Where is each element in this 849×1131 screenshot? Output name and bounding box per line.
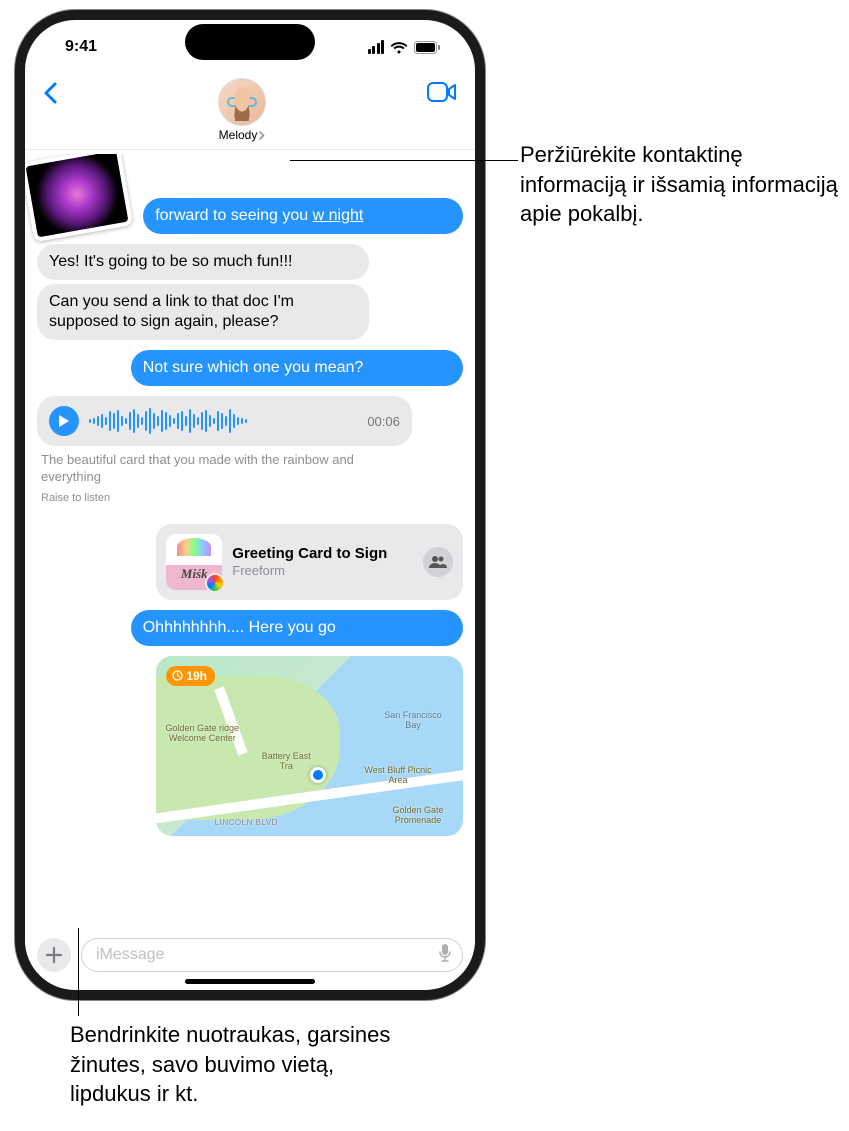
audio-duration: 00:06 xyxy=(367,414,400,429)
plus-icon xyxy=(45,946,63,964)
dynamic-island xyxy=(185,24,315,60)
photo-attachment[interactable] xyxy=(25,154,133,242)
add-attachment-button[interactable] xyxy=(37,938,71,972)
sent-message[interactable]: Ohhhhhhhh.... Here you go xyxy=(131,610,463,646)
map-poi-label: Battery East Tra xyxy=(256,752,316,772)
map-poi-label: Golden Gate ridge Welcome Center xyxy=(162,724,242,744)
callout-attachments: Bendrinkite nuotraukas, garsines žinutes… xyxy=(70,1020,400,1109)
phone-screen: 9:41 Melody xyxy=(25,20,475,990)
raise-to-listen-hint: Raise to listen xyxy=(37,488,463,514)
back-button[interactable] xyxy=(43,78,57,109)
received-message[interactable]: Can you send a link to that doc I'm supp… xyxy=(37,284,369,340)
microphone-icon xyxy=(438,943,452,963)
map-poi-label: West Bluff Picnic Area xyxy=(363,766,433,786)
map-poi-label: San Francisco Bay xyxy=(383,711,443,731)
dictation-button[interactable] xyxy=(438,943,452,968)
cellular-icon xyxy=(368,40,385,54)
contact-name: Melody xyxy=(219,128,258,142)
callout-leader-line xyxy=(290,160,518,161)
phone-frame: 9:41 Melody xyxy=(15,10,485,1000)
link-title: Greeting Card to Sign xyxy=(232,545,413,563)
battery-icon xyxy=(414,41,441,54)
map-road-label: LINCOLN BLVD xyxy=(206,819,286,828)
message-input[interactable]: iMessage xyxy=(81,938,463,972)
location-pin xyxy=(310,767,326,783)
callout-contact-info: Peržiūrėkite kontaktinę informaciją ir i… xyxy=(520,140,840,229)
conversation-thread[interactable]: forward to seeing you w night Yes! It's … xyxy=(25,154,475,914)
facetime-button[interactable] xyxy=(427,78,457,107)
input-bar: iMessage xyxy=(25,932,475,974)
callout-leader-line xyxy=(78,928,79,1016)
audio-waveform[interactable] xyxy=(89,408,357,434)
sent-message[interactable]: forward to seeing you w night xyxy=(143,198,463,234)
clock-icon xyxy=(172,670,183,681)
contact-info-button[interactable]: Melody xyxy=(57,78,427,142)
shared-link-card[interactable]: Miśk Greeting Card to Sign Freeform xyxy=(156,524,463,600)
shared-location-map[interactable]: Golden Gate ridge Welcome Center Battery… xyxy=(156,656,463,836)
play-button[interactable] xyxy=(49,406,79,436)
shared-people-icon[interactable] xyxy=(423,547,453,577)
link-thumbnail: Miśk xyxy=(166,534,222,590)
audio-transcript: The beautiful card that you made with th… xyxy=(37,446,412,488)
audio-message[interactable]: 00:06 xyxy=(37,396,412,446)
freeform-app-icon xyxy=(205,573,225,593)
input-placeholder: iMessage xyxy=(96,946,164,964)
chevron-right-icon xyxy=(259,131,265,140)
nav-header: Melody xyxy=(25,74,475,150)
avatar xyxy=(218,78,266,126)
home-indicator[interactable] xyxy=(185,979,315,984)
link-source: Freeform xyxy=(232,563,413,578)
received-message[interactable]: Yes! It's going to be so much fun!!! xyxy=(37,244,369,280)
message-link[interactable]: w night xyxy=(313,207,364,224)
message-text: forward to seeing you xyxy=(155,207,308,224)
status-time: 9:41 xyxy=(65,38,97,56)
map-poi-label: Golden Gate Promenade xyxy=(383,806,453,826)
location-duration-badge: 19h xyxy=(166,666,215,686)
wifi-icon xyxy=(390,41,408,54)
sent-message[interactable]: Not sure which one you mean? xyxy=(131,350,463,386)
